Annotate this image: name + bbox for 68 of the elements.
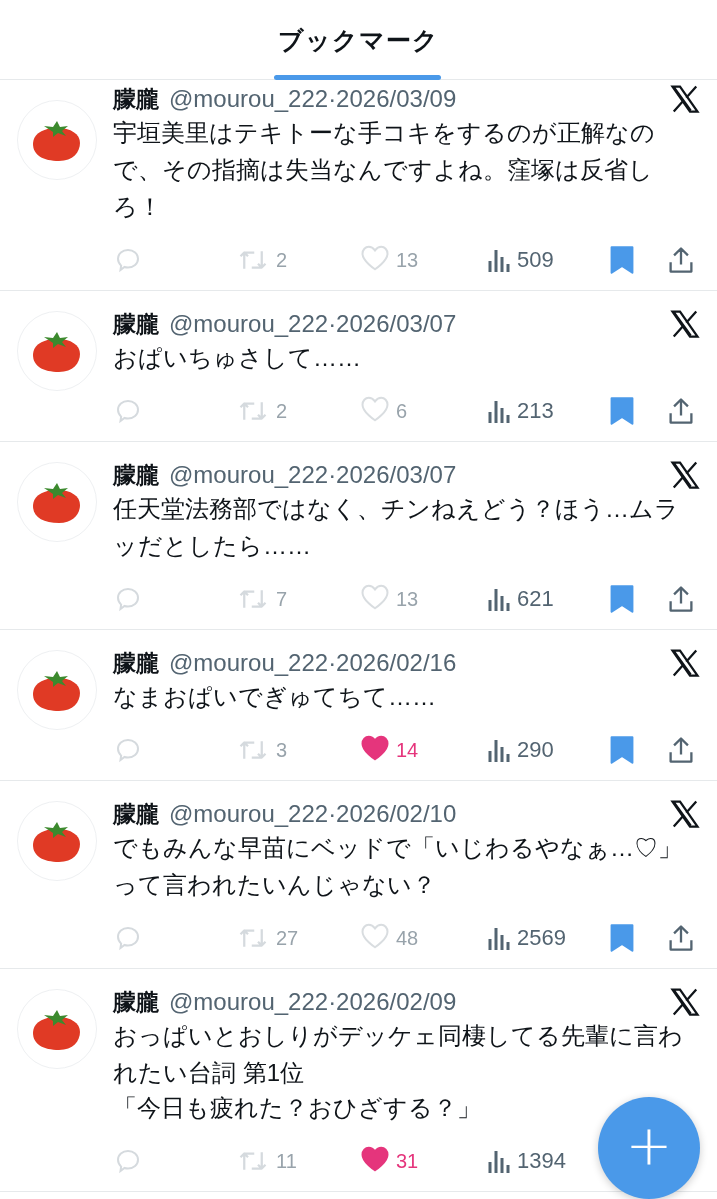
- view-count: 1394: [517, 1148, 566, 1174]
- tomato-avatar-icon[interactable]: [17, 989, 97, 1069]
- bar-chart-icon[interactable]: [487, 925, 511, 951]
- view-count: 2569: [517, 925, 566, 951]
- like-count: 31: [396, 1149, 419, 1173]
- bar-chart-icon[interactable]: [487, 398, 511, 424]
- view-count: 290: [517, 737, 554, 763]
- display-name[interactable]: 朦朧: [113, 459, 159, 491]
- share-icon[interactable]: [667, 245, 695, 275]
- tweet-text: でもみんな早苗にベッドで「いじわるやなぁ…♡」って言われたいんじゃない？: [113, 833, 683, 900]
- tomato-avatar-icon[interactable]: [17, 462, 97, 542]
- x-logo-icon: [670, 649, 700, 677]
- bar-chart-icon[interactable]: [487, 737, 511, 763]
- tweet-text: おぱいちゅさして……: [113, 343, 362, 373]
- display-name[interactable]: 朦朧: [113, 798, 159, 830]
- retweet-count: 11: [276, 1149, 297, 1173]
- tomato-avatar-icon[interactable]: [17, 100, 97, 180]
- tomato-avatar-icon[interactable]: [17, 311, 97, 391]
- display-name[interactable]: 朦朧: [113, 986, 159, 1018]
- x-logo-icon: [670, 310, 700, 338]
- share-icon[interactable]: [667, 923, 695, 953]
- retweet-count: 27: [276, 926, 299, 950]
- bookmark-icon[interactable]: [609, 245, 635, 275]
- bookmark-icon[interactable]: [609, 396, 635, 426]
- tomato-avatar-icon[interactable]: [17, 650, 97, 730]
- tweet-text: 「今日も疲れた？おひざする？」: [113, 1093, 482, 1123]
- bookmark-icon[interactable]: [609, 735, 635, 765]
- handle-date: @mourou_222·2026/02/09: [169, 988, 458, 1016]
- x-logo-icon: [670, 800, 700, 828]
- view-count: 213: [517, 398, 554, 424]
- retweet-count: 3: [276, 738, 288, 762]
- retweet-count: 2: [276, 399, 288, 423]
- like-count: 48: [396, 926, 419, 950]
- bookmark-icon[interactable]: [609, 923, 635, 953]
- tweet-text: 任天堂法務部ではなく、チンねえどう？ほう…ムラッだとしたら……: [113, 494, 680, 561]
- like-count: 6: [396, 399, 408, 423]
- handle-date: @mourou_222·2026/02/10: [169, 800, 458, 828]
- tweet-text: なまおぱいでぎゅてちて……: [113, 682, 437, 712]
- retweet-count: 7: [276, 587, 288, 611]
- like-count: 14: [396, 738, 419, 762]
- tweet-text: 宇垣美里はテキトーな手コキをするのが正解なので、その指摘は失当なんですよね。窪塚は反省しろ！: [113, 118, 656, 222]
- share-icon[interactable]: [667, 584, 695, 614]
- x-logo-icon: [670, 988, 700, 1016]
- like-count: 13: [396, 587, 419, 611]
- handle-date: @mourou_222·2026/03/09: [169, 85, 458, 113]
- bar-chart-icon[interactable]: [487, 247, 511, 273]
- bar-chart-icon[interactable]: [487, 1148, 511, 1174]
- tweet-text: おっぱいとおしりがデッケェ同棲してる先輩に言われたい台詞 第1位: [113, 1021, 684, 1088]
- display-name[interactable]: 朦朧: [113, 647, 159, 679]
- share-icon[interactable]: [667, 735, 695, 765]
- page-title: ブックマーク: [277, 25, 440, 56]
- like-count: 13: [396, 248, 419, 272]
- handle-date: @mourou_222·2026/03/07: [169, 310, 458, 338]
- heart-icon[interactable]: [360, 734, 390, 762]
- x-logo-icon: [670, 85, 700, 113]
- handle-date: @mourou_222·2026/02/16: [169, 649, 458, 677]
- share-icon[interactable]: [667, 396, 695, 426]
- retweet-count: 2: [276, 248, 288, 272]
- view-count: 509: [517, 247, 554, 273]
- display-name[interactable]: 朦朧: [113, 308, 159, 340]
- handle-date: @mourou_222·2026/03/07: [169, 461, 458, 489]
- tomato-avatar-icon[interactable]: [17, 801, 97, 881]
- bar-chart-icon[interactable]: [487, 586, 511, 612]
- x-logo-icon: [670, 461, 700, 489]
- display-name[interactable]: 朦朧: [113, 83, 159, 115]
- heart-icon[interactable]: [360, 1145, 390, 1173]
- view-count: 621: [517, 586, 554, 612]
- bookmark-icon[interactable]: [609, 584, 635, 614]
